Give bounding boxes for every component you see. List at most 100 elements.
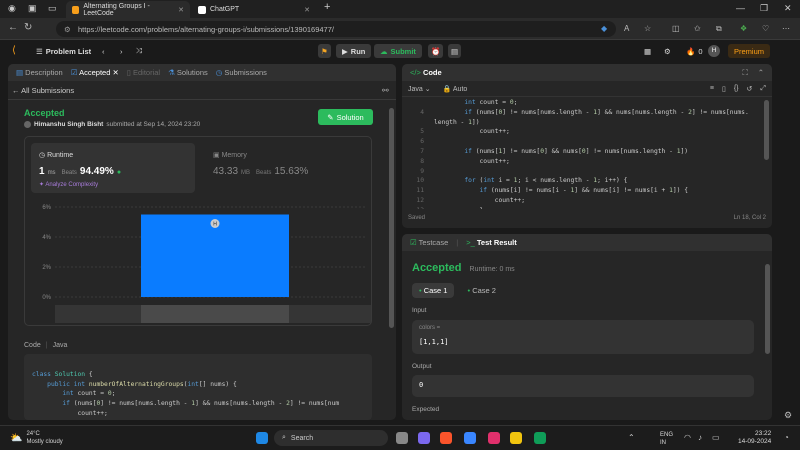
leetcode-logo-icon[interactable]: ⟨ bbox=[12, 43, 16, 57]
more-menu-icon[interactable]: ⋯ bbox=[782, 24, 790, 33]
analyze-complexity-link[interactable]: ✦ Analyze Complexity bbox=[39, 181, 98, 188]
instagram-app-icon[interactable] bbox=[488, 432, 500, 444]
user-avatar[interactable] bbox=[24, 121, 31, 128]
submit-button[interactable]: ☁ Submit bbox=[374, 44, 422, 58]
all-submissions-link[interactable]: ← All Submissions bbox=[12, 86, 74, 95]
notifications-icon[interactable]: ◔ bbox=[784, 433, 789, 442]
format-icon[interactable]: ≡ bbox=[710, 85, 714, 93]
tab-editorial[interactable]: ▯ Editorial bbox=[127, 68, 160, 77]
check-icon: ☑ bbox=[70, 68, 80, 77]
editor-line: 5 count++; bbox=[406, 127, 768, 137]
wifi-icon[interactable]: ◠ bbox=[684, 433, 691, 442]
shuffle-icon[interactable]: ⤨ bbox=[136, 44, 142, 58]
avatar[interactable]: H bbox=[708, 45, 720, 57]
collapse-icon[interactable]: ⌃ bbox=[758, 68, 764, 78]
clock[interactable]: 23:22 14-09-2024 bbox=[738, 430, 771, 446]
split-screen-icon[interactable]: ◫ bbox=[672, 24, 680, 33]
weather-widget[interactable]: ⛅ 24°C Mostly cloudy bbox=[10, 430, 63, 446]
mail-app-icon[interactable] bbox=[464, 432, 476, 444]
start-menu-icon[interactable] bbox=[256, 432, 268, 444]
case-1-tab[interactable]: • Case 1 bbox=[412, 283, 455, 298]
close-tab-icon[interactable]: ✕ bbox=[178, 6, 184, 14]
streak-counter[interactable]: 🔥 0 bbox=[686, 44, 703, 58]
tab-submissions[interactable]: ◷ Submissions bbox=[216, 68, 267, 77]
close-window-icon[interactable]: ✕ bbox=[784, 3, 792, 14]
url-input[interactable]: ⚙ https://leetcode.com/problems/alternat… bbox=[56, 21, 616, 37]
workspaces-icon[interactable]: ▣ bbox=[28, 3, 37, 14]
result-scrollbar[interactable] bbox=[765, 264, 770, 354]
tab-actions-icon[interactable]: ▭ bbox=[48, 3, 57, 14]
runtime-stat[interactable]: ◷ Runtime 1 ms Beats 94.49% ● ✦ Analyze … bbox=[31, 143, 195, 193]
editor-code[interactable]: int count = 0; 4 if (nums[0] != nums[nums… bbox=[402, 97, 772, 209]
tab-leetcode[interactable]: Alternating Groups I - LeetCode ✕ bbox=[66, 1, 190, 18]
settings-gear-icon[interactable]: ⚙ bbox=[664, 44, 671, 58]
share-link-icon[interactable]: ⚯ bbox=[382, 86, 389, 95]
divider bbox=[8, 99, 396, 100]
reset-icon[interactable]: ↺ bbox=[747, 85, 753, 93]
brave-browser-icon[interactable] bbox=[440, 432, 452, 444]
language-select[interactable]: Java ⌄ bbox=[408, 85, 431, 93]
address-bar-row: ← ↻ ⚙ https://leetcode.com/problems/alte… bbox=[0, 18, 800, 40]
run-button[interactable]: ▶ Run bbox=[336, 44, 372, 58]
back-arrow-icon[interactable]: ← bbox=[8, 22, 18, 33]
notes-icon[interactable]: ▤ bbox=[448, 44, 462, 58]
close-tab-icon[interactable]: ✕ bbox=[112, 68, 118, 77]
tab-test-result[interactable]: >_ Test Result bbox=[466, 238, 517, 247]
collections-icon[interactable]: ⧉ bbox=[716, 24, 722, 34]
prev-problem-icon[interactable]: ‹ bbox=[102, 44, 105, 58]
file-explorer-icon[interactable] bbox=[510, 432, 522, 444]
input-language[interactable]: ENG IN bbox=[660, 431, 673, 447]
auto-mode-toggle[interactable]: 🔒 Auto bbox=[443, 85, 468, 93]
reload-icon[interactable]: ↻ bbox=[24, 22, 32, 33]
chart-range-selection[interactable] bbox=[141, 305, 289, 323]
braces-icon[interactable]: {} bbox=[734, 85, 739, 93]
case-2-tab[interactable]: • Case 2 bbox=[460, 283, 502, 298]
favorite-star-icon[interactable]: ☆ bbox=[644, 24, 651, 33]
maximize-icon[interactable]: ⛶ bbox=[742, 68, 747, 78]
read-aloud-icon[interactable]: A bbox=[624, 24, 629, 33]
bookmark-icon[interactable]: ▯ bbox=[722, 85, 726, 93]
next-problem-icon[interactable]: › bbox=[120, 44, 123, 58]
minimize-icon[interactable]: — bbox=[736, 3, 745, 13]
username-link[interactable]: Himanshu Singh Bisht bbox=[34, 121, 103, 128]
new-tab-button[interactable]: + bbox=[324, 1, 330, 13]
left-scrollbar[interactable] bbox=[389, 108, 394, 328]
extension-icon[interactable]: ◆ bbox=[601, 24, 607, 33]
solution-button[interactable]: ✎ Solution bbox=[318, 109, 373, 125]
submitted-code: class Solution { public int numberOfAlte… bbox=[32, 370, 340, 417]
battery-icon[interactable]: ▭ bbox=[712, 433, 720, 442]
extension-green-icon[interactable]: ❖ bbox=[740, 24, 747, 33]
favorites-icon[interactable]: ✩ bbox=[694, 24, 701, 33]
tab-chatgpt[interactable]: ChatGPT ✕ bbox=[192, 1, 316, 18]
layout-icon[interactable]: ▦ bbox=[644, 44, 651, 58]
edge-browser-icon[interactable] bbox=[534, 432, 546, 444]
tab-testcase[interactable]: ☑ Testcase bbox=[410, 238, 448, 247]
tab-solutions[interactable]: ⚗ Solutions bbox=[168, 68, 208, 77]
memory-stat[interactable]: ▣ Memory 43.33 MB Beats 15.63% bbox=[211, 143, 361, 193]
saved-status: Saved bbox=[408, 215, 426, 221]
restore-icon[interactable]: ❐ bbox=[760, 3, 768, 14]
tab-description[interactable]: ▤ Description bbox=[16, 68, 63, 77]
upload-cloud-icon: ☁ bbox=[380, 46, 388, 56]
volume-icon[interactable]: ♪ bbox=[698, 433, 702, 442]
task-view-icon[interactable] bbox=[396, 432, 408, 444]
fullscreen-icon[interactable]: ⤢ bbox=[760, 85, 766, 93]
output-box: 0 bbox=[412, 375, 754, 397]
close-tab-icon[interactable]: ✕ bbox=[304, 6, 310, 14]
timer-icon[interactable]: ⏰ bbox=[428, 44, 444, 58]
editor-scrollbar[interactable] bbox=[764, 100, 769, 160]
video-app-icon[interactable] bbox=[418, 432, 430, 444]
submitted-code-block[interactable]: class Solution { public int numberOfAlte… bbox=[24, 354, 372, 420]
profile-icon[interactable]: ◉ bbox=[8, 3, 16, 14]
browser-essentials-icon[interactable]: ♡ bbox=[762, 24, 769, 33]
result-runtime: Runtime: 0 ms bbox=[469, 266, 515, 273]
tray-overflow-icon[interactable]: ⌃ bbox=[628, 433, 635, 442]
tab-accepted[interactable]: ☑ Accepted ✕ bbox=[71, 68, 119, 77]
site-info-icon[interactable]: ⚙ bbox=[64, 25, 71, 34]
taskbar-search-box[interactable]: ⌕ Search bbox=[274, 430, 388, 446]
premium-button[interactable]: Premium bbox=[728, 44, 771, 58]
feedback-gear-icon[interactable]: ⚙ bbox=[784, 410, 792, 421]
problem-list-button[interactable]: ☰ Problem List bbox=[36, 44, 91, 58]
y-tick-label: 6% bbox=[42, 205, 51, 211]
debug-icon[interactable]: ⚑ bbox=[318, 44, 331, 58]
